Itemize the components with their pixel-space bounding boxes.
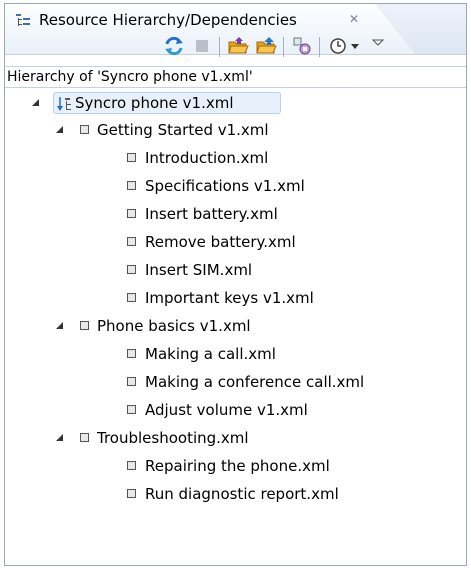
tree-leaf-row[interactable]: Remove battery.xml	[5, 230, 466, 254]
tree-leaf-label: Insert SIM.xml	[145, 261, 253, 279]
chevron-down-icon[interactable]	[349, 35, 361, 57]
tree-leaf-label: Making a conference call.xml	[145, 373, 365, 391]
tree-leaf-row[interactable]: Insert SIM.xml	[5, 258, 466, 282]
toolbar-separator	[283, 37, 284, 57]
topic-icon	[127, 293, 136, 302]
topic-icon	[80, 125, 89, 134]
topic-icon	[127, 209, 136, 218]
topic-icon	[127, 461, 136, 470]
tree-leaf-label: Run diagnostic report.xml	[145, 485, 339, 503]
tree-leaf-label: Introduction.xml	[145, 149, 269, 167]
tree-leaf-label: Repairing the phone.xml	[145, 457, 330, 475]
tree-leaf-label: Remove battery.xml	[145, 233, 296, 251]
tree-leaf-row[interactable]: Introduction.xml	[5, 146, 466, 170]
topic-icon	[127, 153, 136, 162]
topic-icon	[127, 265, 136, 274]
expanded-twisty-icon[interactable]	[31, 99, 41, 109]
tree-group-label: Phone basics v1.xml	[97, 317, 251, 335]
topic-icon	[80, 433, 89, 442]
stop-icon[interactable]	[191, 35, 213, 57]
refresh-icon[interactable]	[163, 35, 185, 57]
hierarchy-tree[interactable]: Syncro phone v1.xml Getting Started v1.x…	[5, 90, 466, 566]
tree-leaf-row[interactable]: Important keys v1.xml	[5, 286, 466, 310]
tree-group-row[interactable]: Troubleshooting.xml	[5, 426, 466, 450]
close-icon[interactable]: ✕	[347, 12, 361, 26]
tree-leaf-row[interactable]: Making a conference call.xml	[5, 370, 466, 394]
topic-icon	[127, 489, 136, 498]
tree-leaf-label: Adjust volume v1.xml	[145, 401, 308, 419]
tree-group-label: Troubleshooting.xml	[97, 429, 249, 447]
history-icon[interactable]	[327, 35, 349, 57]
expanded-twisty-icon[interactable]	[55, 126, 65, 136]
tree-leaf-label: Important keys v1.xml	[145, 289, 314, 307]
tab-title: Resource Hierarchy/Dependencies	[39, 11, 297, 29]
hierarchy-root-icon	[57, 97, 71, 111]
toolbar-separator	[319, 37, 320, 57]
tree-group-row[interactable]: Phone basics v1.xml	[5, 314, 466, 338]
resource-hierarchy-view: Resource Hierarchy/Dependencies ✕ Hierar…	[4, 3, 467, 566]
topic-icon	[127, 349, 136, 358]
hierarchy-title: Hierarchy of 'Syncro phone v1.xml'	[7, 69, 253, 85]
tree-leaf-row[interactable]: Making a call.xml	[5, 342, 466, 366]
tree-group-row[interactable]: Getting Started v1.xml	[5, 118, 466, 142]
tree-leaf-label: Specifications v1.xml	[145, 177, 305, 195]
expanded-twisty-icon[interactable]	[55, 322, 65, 332]
tree-leaf-row[interactable]: Adjust volume v1.xml	[5, 398, 466, 422]
tree-leaf-label: Insert battery.xml	[145, 205, 278, 223]
tree-root-label: Syncro phone v1.xml	[75, 94, 234, 112]
tree-leaf-row[interactable]: Repairing the phone.xml	[5, 454, 466, 478]
configure-icon[interactable]	[291, 35, 313, 57]
toolbar-separator	[219, 37, 220, 57]
topic-icon	[127, 377, 136, 386]
tree-leaf-row[interactable]: Insert battery.xml	[5, 202, 466, 226]
open-folder-up-icon[interactable]	[255, 35, 277, 57]
hierarchy-title-bar: Hierarchy of 'Syncro phone v1.xml'	[5, 66, 466, 88]
tree-leaf-row[interactable]: Specifications v1.xml	[5, 174, 466, 198]
topic-icon	[80, 321, 89, 330]
open-folder-icon[interactable]	[227, 35, 249, 57]
view-toolbar	[155, 35, 465, 59]
topic-icon	[127, 181, 136, 190]
tree-leaf-row[interactable]: Run diagnostic report.xml	[5, 482, 466, 506]
tree-leaf-label: Making a call.xml	[145, 345, 276, 363]
topic-icon	[127, 405, 136, 414]
topic-icon	[127, 237, 136, 246]
expanded-twisty-icon[interactable]	[55, 434, 65, 444]
tree-group-label: Getting Started v1.xml	[97, 121, 269, 139]
tree-root-row[interactable]: Syncro phone v1.xml	[5, 91, 466, 115]
hierarchy-icon	[16, 14, 30, 26]
view-menu-icon[interactable]	[371, 35, 385, 57]
